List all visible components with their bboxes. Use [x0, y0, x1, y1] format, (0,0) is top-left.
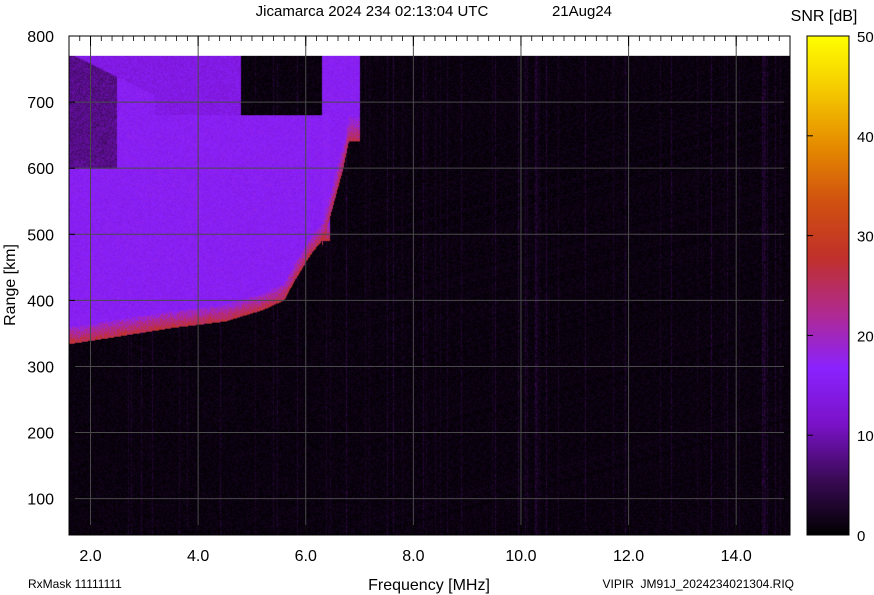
colorbar: 0 10 20 30 40 50	[806, 29, 874, 545]
x-tick-label: 8.0	[402, 548, 424, 565]
y-axis-tick-labels: 100 200 300 400 500 600 700 800	[27, 29, 54, 509]
chart-date: 21Aug24	[552, 3, 612, 20]
colorbar-tick-label: 30	[857, 229, 874, 246]
colorbar-tick-label: 0	[857, 528, 865, 545]
y-tick-label: 100	[27, 492, 54, 509]
snr-heatmap	[69, 55, 790, 535]
y-tick-label: 800	[27, 29, 54, 46]
y-tick-label: 300	[27, 359, 54, 376]
ionogram-chart: Jicamarca 2024 234 02:13:04 UTC 21Aug24 …	[2, 3, 874, 594]
colorbar-tick-label: 20	[857, 328, 874, 345]
x-axis-label: Frequency [MHz]	[368, 577, 490, 594]
chart-title: Jicamarca 2024 234 02:13:04 UTC	[256, 3, 489, 20]
y-tick-label: 200	[27, 426, 54, 443]
y-tick-label: 500	[27, 227, 54, 244]
x-tick-label: 10.0	[505, 548, 536, 565]
colorbar-label: SNR [dB]	[791, 8, 858, 25]
y-tick-label: 700	[27, 95, 54, 112]
y-axis-label: Range [km]	[2, 244, 19, 326]
y-tick-label: 400	[27, 293, 54, 310]
colorbar-gradient	[806, 35, 850, 536]
rxmask-label: RxMask 11111111	[28, 577, 122, 591]
colorbar-tick-label: 40	[857, 129, 874, 146]
plot-area	[68, 35, 791, 536]
x-tick-label: 14.0	[721, 548, 752, 565]
x-axis-tick-labels: 2.0 4.0 6.0 8.0 10.0 12.0 14.0	[79, 548, 751, 565]
colorbar-tick-label: 50	[857, 29, 874, 46]
file-name-label: VIPIR JM91J_2024234021304.RIQ	[603, 577, 794, 591]
colorbar-tick-label: 10	[857, 428, 874, 445]
x-tick-label: 6.0	[295, 548, 317, 565]
y-tick-label: 600	[27, 161, 54, 178]
x-tick-label: 12.0	[613, 548, 644, 565]
x-tick-label: 2.0	[79, 548, 101, 565]
x-tick-label: 4.0	[187, 548, 209, 565]
